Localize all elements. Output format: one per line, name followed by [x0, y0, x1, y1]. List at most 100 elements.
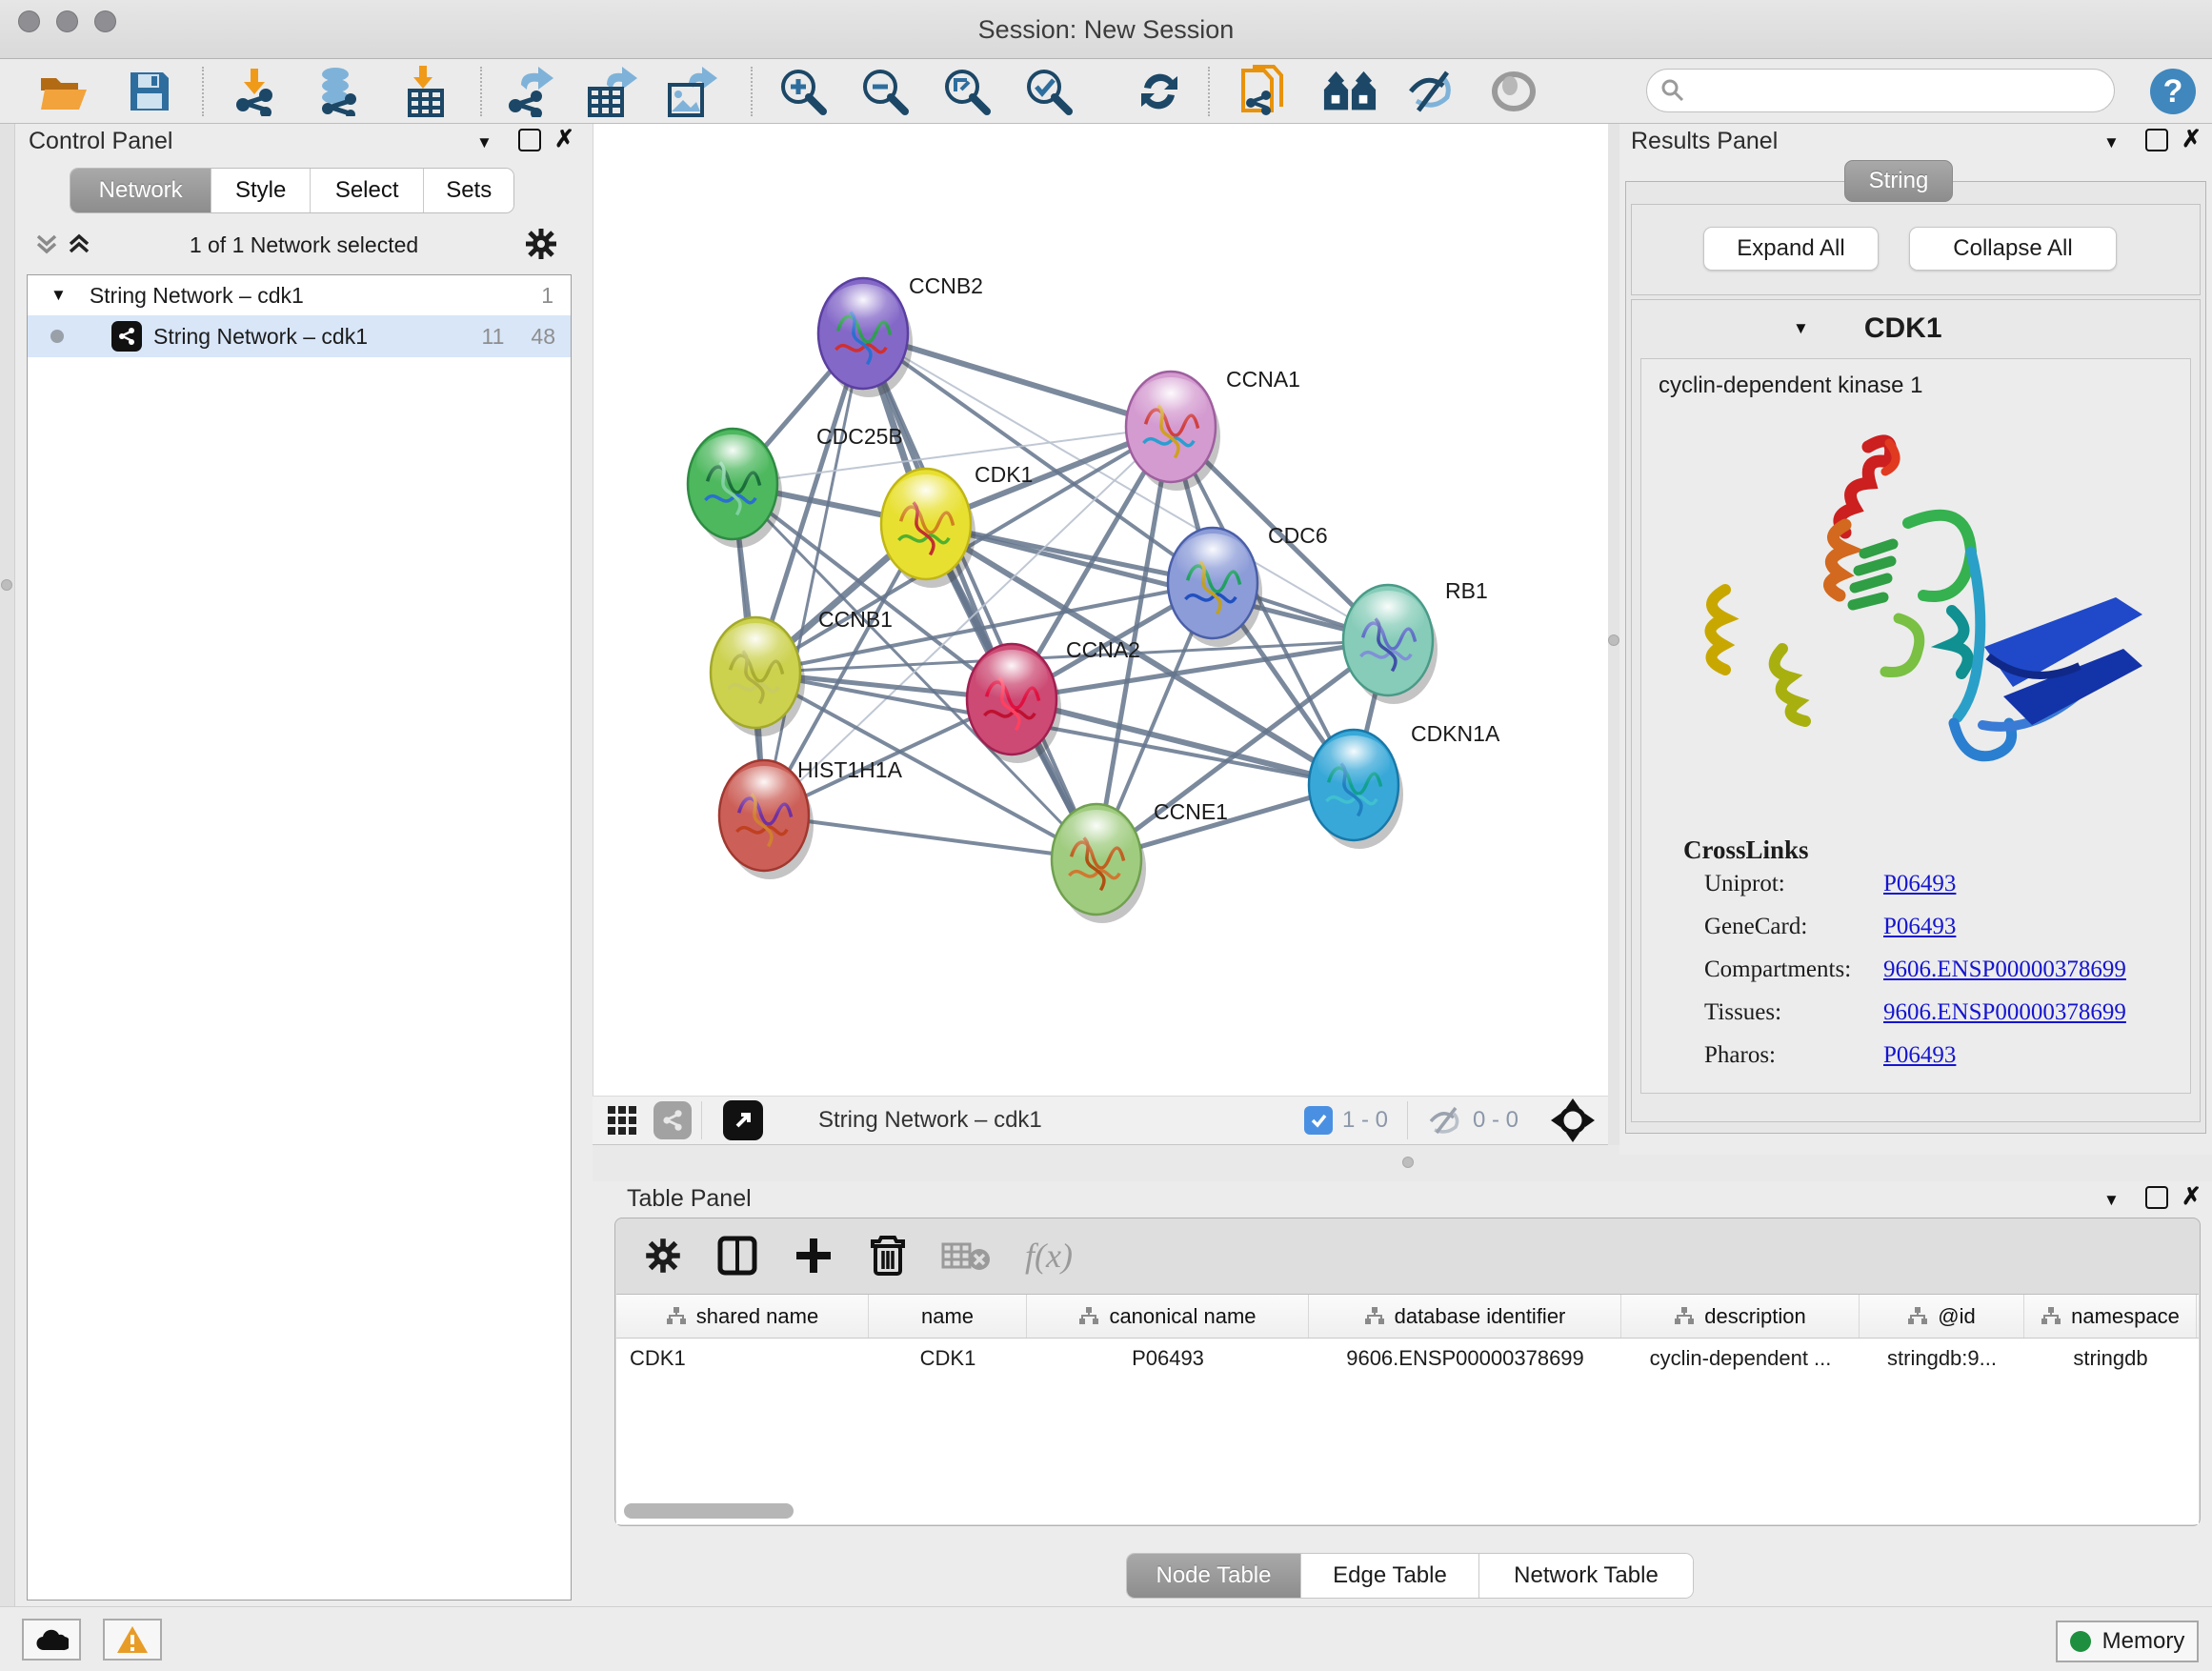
collection-count: 1 [541, 283, 553, 309]
zoom-fit-icon[interactable] [939, 69, 995, 114]
table-cell[interactable]: stringdb [2024, 1339, 2197, 1379]
add-column-icon[interactable] [793, 1235, 835, 1277]
import-network-icon[interactable] [229, 69, 284, 114]
export-table-icon[interactable] [585, 69, 640, 114]
zoom-out-icon[interactable] [857, 69, 913, 114]
column-header-canonical-name[interactable]: canonical name [1027, 1295, 1309, 1338]
node-label: CDC25B [816, 424, 903, 449]
table-row[interactable]: CDK1CDK1P064939606.ENSP00000378699cyclin… [616, 1339, 2199, 1379]
network-collection-row[interactable]: ▼ String Network – cdk1 1 [28, 275, 571, 315]
network-node-cdk1[interactable]: CDK1 [881, 462, 1033, 588]
network-graph[interactable]: CCNB2CCNA1CDC25BCDK1CDC6RB1CCNB1CCNA2CDK… [593, 124, 1609, 1096]
warning-status-button[interactable] [103, 1619, 162, 1661]
tab-sets[interactable]: Sets [424, 169, 513, 212]
crosslink-link[interactable]: 9606.ENSP00000378699 [1883, 999, 2126, 1026]
column-header--id[interactable]: @id [1860, 1295, 2024, 1338]
crosslink-link[interactable]: 9606.ENSP00000378699 [1883, 956, 2126, 983]
control-panel-menu-icon[interactable]: ▼ [476, 133, 493, 152]
open-session-icon[interactable] [36, 69, 91, 114]
network-node-rb1[interactable]: RB1 [1343, 578, 1488, 704]
node-table: shared namenamecanonical namedatabase id… [616, 1294, 2199, 1524]
network-node-cdkn1a[interactable]: CDKN1A [1309, 721, 1500, 849]
tab-style[interactable]: Style [211, 169, 311, 212]
network-node-cdc25b[interactable]: CDC25B [688, 424, 903, 548]
edges-hidden-eye-icon[interactable] [1427, 1106, 1463, 1135]
import-network-from-database-icon[interactable] [311, 69, 366, 114]
graphics-details-icon[interactable] [1486, 69, 1541, 114]
horizontal-splitter-handle[interactable] [1402, 1157, 1414, 1168]
crosslink-link[interactable]: P06493 [1883, 914, 1956, 940]
show-columns-icon[interactable] [716, 1235, 758, 1277]
zoom-in-icon[interactable] [775, 69, 831, 114]
delete-column-icon[interactable] [869, 1234, 907, 1278]
network-canvas[interactable]: CCNB2CCNA1CDC25BCDK1CDC6RB1CCNB1CCNA2CDK… [593, 124, 1608, 1096]
birdseye-view-icon[interactable] [1551, 1098, 1595, 1142]
network-panel-gear-icon[interactable] [524, 227, 558, 261]
network-row[interactable]: String Network – cdk1 11 48 [28, 315, 571, 357]
tab-network[interactable]: Network [70, 169, 211, 212]
expand-all-button[interactable]: Expand All [1703, 227, 1879, 271]
network-edge[interactable] [764, 815, 1096, 859]
network-view-title: String Network – cdk1 [818, 1107, 1042, 1134]
network-share-view-icon[interactable] [654, 1101, 692, 1139]
column-header-description[interactable]: description [1621, 1295, 1860, 1338]
table-cell[interactable]: cyclin-dependent ... [1621, 1339, 1860, 1379]
crosslink-link[interactable]: P06493 [1883, 871, 1956, 897]
gene-disclosure-icon[interactable]: ▼ [1793, 319, 1809, 338]
share-document-icon[interactable] [1235, 69, 1290, 114]
column-header-name[interactable]: name [869, 1295, 1027, 1338]
import-table-icon[interactable] [398, 69, 453, 114]
column-header-shared-name[interactable]: shared name [616, 1295, 869, 1338]
grid-view-icon[interactable] [606, 1104, 638, 1137]
vertical-splitter-handle[interactable] [1608, 634, 1619, 646]
gene-description: cyclin-dependent kinase 1 [1659, 372, 2190, 399]
cloud-status-button[interactable] [22, 1619, 81, 1661]
export-network-icon[interactable] [503, 69, 558, 114]
network-node-cdc6[interactable]: CDC6 [1168, 523, 1328, 647]
results-panel-menu-icon[interactable]: ▼ [2103, 133, 2120, 152]
control-panel-close-icon[interactable]: ✗ [554, 125, 574, 153]
table-cell[interactable]: stringdb:9... [1860, 1339, 2024, 1379]
table-settings-gear-icon[interactable] [644, 1237, 682, 1275]
table-cell[interactable]: CDK1 [616, 1339, 869, 1379]
gene-entry-header[interactable]: ▼ CDK1 [1633, 303, 2199, 354]
tab-edge-table[interactable]: Edge Table [1301, 1554, 1479, 1598]
tab-node-table[interactable]: Node Table [1127, 1554, 1301, 1598]
network-node-ccna1[interactable]: CCNA1 [1126, 367, 1300, 491]
memory-status-dot [2070, 1631, 2091, 1652]
network-node-hist1h1a[interactable]: HIST1H1A [719, 757, 903, 879]
export-image-icon[interactable] [665, 69, 720, 114]
nodes-selected-checkbox[interactable] [1304, 1106, 1333, 1135]
table-panel-float-icon[interactable] [2145, 1186, 2168, 1209]
search-input[interactable] [1685, 78, 2095, 103]
table-cell[interactable]: P06493 [1027, 1339, 1309, 1379]
tab-select[interactable]: Select [311, 169, 424, 212]
left-splitter-handle[interactable] [1, 579, 12, 591]
help-icon[interactable]: ? [2145, 69, 2201, 114]
results-panel-close-icon[interactable]: ✗ [2182, 125, 2202, 153]
collection-disclosure-icon[interactable]: ▼ [50, 286, 67, 305]
table-panel-close-icon[interactable]: ✗ [2182, 1182, 2202, 1211]
tab-network-table[interactable]: Network Table [1479, 1554, 1693, 1598]
control-panel-float-icon[interactable] [518, 129, 541, 151]
vertical-splitter[interactable] [1608, 124, 1619, 1155]
crosslink-link[interactable]: P06493 [1883, 1042, 1956, 1069]
table-panel-menu-icon[interactable]: ▼ [2103, 1191, 2120, 1210]
table-cell[interactable]: CDK1 [869, 1339, 1027, 1379]
tab-string[interactable]: String [1844, 160, 1953, 202]
table-cell[interactable]: 9606.ENSP00000378699 [1309, 1339, 1621, 1379]
network-node-ccnb2[interactable]: CCNB2 [818, 273, 983, 397]
column-header-namespace[interactable]: namespace [2024, 1295, 2197, 1338]
results-panel-float-icon[interactable] [2145, 129, 2168, 151]
collapse-all-button[interactable]: Collapse All [1909, 227, 2117, 271]
column-header-database-identifier[interactable]: database identifier [1309, 1295, 1621, 1338]
detach-view-icon[interactable] [723, 1100, 763, 1140]
horizontal-scrollbar[interactable] [624, 1503, 794, 1519]
zoom-selected-icon[interactable] [1021, 69, 1076, 114]
memory-button[interactable]: Memory [2056, 1621, 2199, 1662]
hide-unhide-icon[interactable] [1404, 69, 1459, 114]
network-node-ccne1[interactable]: CCNE1 [1052, 799, 1228, 923]
refresh-icon[interactable] [1132, 69, 1187, 114]
network-overview-icon[interactable] [1322, 69, 1377, 114]
save-session-icon[interactable] [122, 69, 177, 114]
